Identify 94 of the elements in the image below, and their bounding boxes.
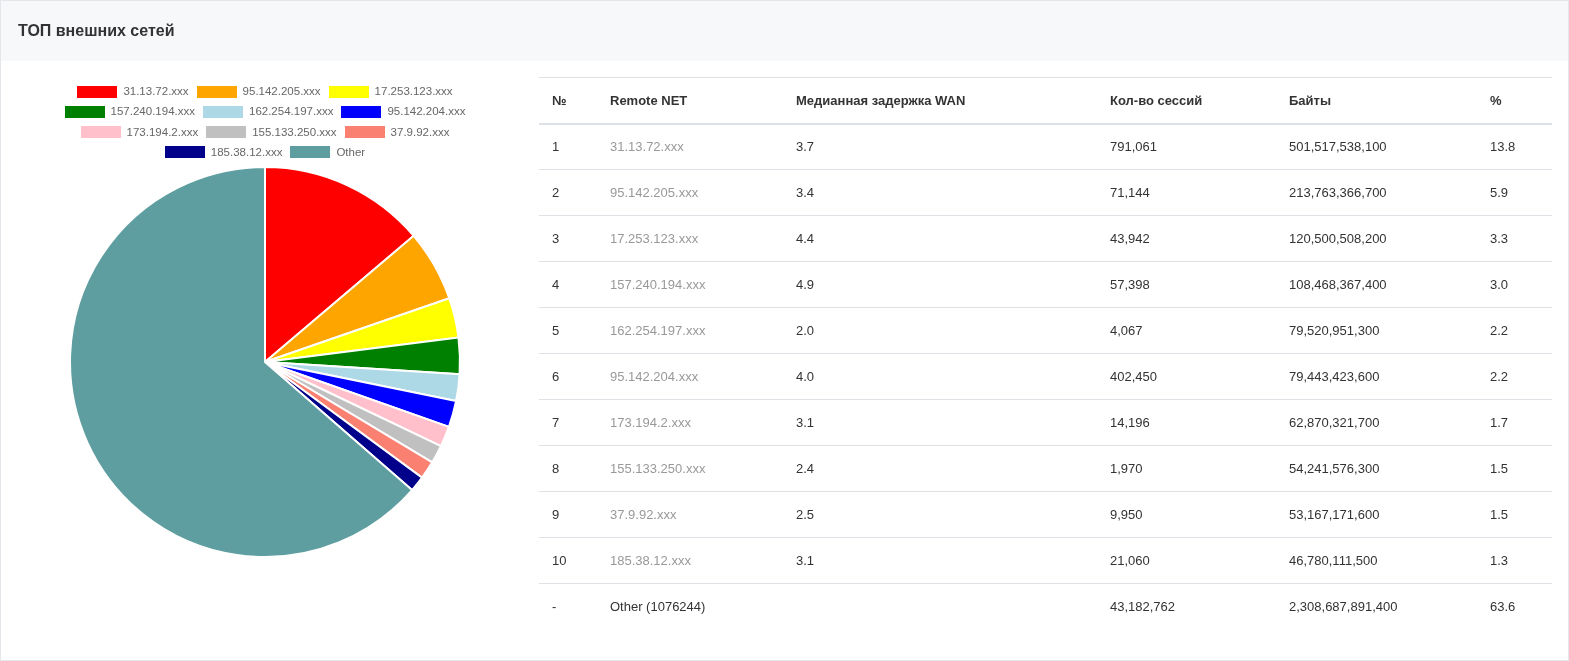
legend-label: 173.194.2.xxx	[126, 124, 199, 140]
column-header: №	[539, 77, 597, 124]
table-cell: 4.0	[796, 368, 815, 384]
table-cell: 173.194.2.xxx	[610, 414, 691, 430]
table-cell: 37.9.92.xxx	[610, 506, 677, 522]
table-cell: 1.5	[1490, 506, 1509, 522]
table-cell: 8	[552, 460, 560, 476]
table-cell: 14,196	[1110, 414, 1150, 430]
table-cell: 2.4	[796, 460, 815, 476]
table-cell: 3.1	[796, 552, 815, 568]
table-cell: 4,067	[1110, 322, 1143, 338]
table-cell: 1,970	[1110, 460, 1143, 476]
table-cell: 157.240.194.xxx	[610, 276, 706, 292]
table-cell: 62,870,321,700	[1289, 414, 1380, 430]
table-cell: 2.2	[1490, 368, 1509, 384]
legend-label: 95.142.204.xxx	[387, 104, 466, 120]
table-cell: 4.9	[796, 276, 815, 292]
column-header: Кол-во сессий	[1097, 77, 1276, 124]
legend-swatch	[341, 105, 382, 118]
table-cell: 1.5	[1490, 460, 1509, 476]
legend-label: 95.142.205.xxx	[242, 84, 321, 99]
table-cell: 2,308,687,891,400	[1289, 599, 1398, 614]
table-cell: 7	[552, 414, 560, 430]
table-cell: 6	[552, 368, 560, 384]
column-header: Remote NET	[597, 77, 783, 124]
table-cell: 71,144	[1110, 184, 1150, 200]
table-cell: 108,468,367,400	[1289, 276, 1387, 292]
table-cell: 95.142.205.xxx	[610, 184, 699, 200]
table-cell: 57,398	[1110, 276, 1150, 292]
legend-label: 31.13.72.xxx	[123, 84, 189, 99]
legend-swatch	[206, 126, 247, 139]
table-cell: 13.8	[1490, 139, 1516, 154]
table-cell: 501,517,538,100	[1289, 139, 1387, 154]
table-cell: 4	[552, 276, 560, 292]
table-cell: 120,500,508,200	[1289, 230, 1387, 246]
legend-label: 155.133.250.xxx	[252, 124, 337, 140]
table-cell: 213,763,366,700	[1289, 184, 1387, 200]
legend-swatch	[328, 85, 369, 98]
table-cell: 54,241,576,300	[1289, 460, 1380, 476]
legend-label: 37.9.92.xxx	[390, 124, 450, 140]
table-cell: 63.6	[1490, 599, 1516, 614]
table-cell: 1	[552, 139, 560, 154]
table-cell: 3	[552, 230, 560, 246]
column-header: Медианная задержка WAN	[783, 77, 1097, 124]
table-cell: 21,060	[1110, 552, 1150, 568]
table-cell: 95.142.204.xxx	[610, 368, 699, 384]
table-cell: 9,950	[1110, 506, 1143, 522]
table-cell: 4.4	[796, 230, 815, 246]
table-cell: 79,443,423,600	[1289, 368, 1380, 384]
table-cell: 17.253.123.xxx	[610, 230, 699, 246]
table-cell: Other (1076244)	[610, 599, 706, 614]
legend-swatch	[164, 146, 205, 159]
table-cell: 402,450	[1110, 368, 1157, 384]
table-cell: 791,061	[1110, 139, 1157, 154]
table-cell: 3.4	[796, 184, 815, 200]
table-cell: 3.0	[1490, 276, 1509, 292]
legend-label: 157.240.194.xxx	[110, 104, 195, 120]
table-cell: 1.7	[1490, 414, 1509, 430]
table-cell: 31.13.72.xxx	[610, 139, 684, 154]
table-cell: 162.254.197.xxx	[610, 322, 706, 338]
table-cell: 5.9	[1490, 184, 1509, 200]
table-cell: 2.5	[796, 506, 815, 522]
legend-swatch	[196, 85, 237, 98]
table-cell: 53,167,171,600	[1289, 506, 1380, 522]
legend-swatch	[344, 126, 385, 139]
legend-swatch	[203, 105, 243, 118]
table-cell: 185.38.12.xxx	[610, 552, 691, 568]
table-cell: 3.3	[1490, 230, 1509, 246]
table-cell: 5	[552, 322, 560, 338]
legend-label: 162.254.197.xxx	[249, 104, 334, 120]
legend-swatch	[290, 146, 331, 159]
table-cell: 2.2	[1490, 322, 1509, 338]
table-cell: 9	[552, 506, 560, 522]
table-cell: 46,780,111,500	[1289, 552, 1378, 568]
table-cell: -	[552, 599, 557, 614]
table-cell: 155.133.250.xxx	[610, 460, 706, 476]
table-cell: 79,520,951,300	[1289, 322, 1380, 338]
table-cell: 43,182,762	[1110, 599, 1176, 614]
table-cell: 3.1	[796, 414, 815, 430]
legend-swatch	[80, 126, 121, 139]
column-header: Байты	[1276, 77, 1477, 124]
legend-swatch	[64, 105, 105, 118]
table-cell: 10	[552, 552, 567, 568]
legend-label: 17.253.123.xxx	[374, 84, 453, 99]
table-cell: 1.3	[1490, 552, 1509, 568]
legend-label: Other	[336, 144, 366, 160]
table-cell: 2	[552, 184, 560, 200]
table-cell: 43,942	[1110, 230, 1150, 246]
table-cell: 3.7	[796, 139, 815, 154]
panel-title: ТОП внешних сетей	[18, 21, 175, 41]
legend-swatch	[77, 85, 118, 98]
table-cell: 2.0	[796, 322, 815, 338]
legend-label: 185.38.12.xxx	[210, 144, 283, 160]
column-header: %	[1477, 77, 1552, 124]
